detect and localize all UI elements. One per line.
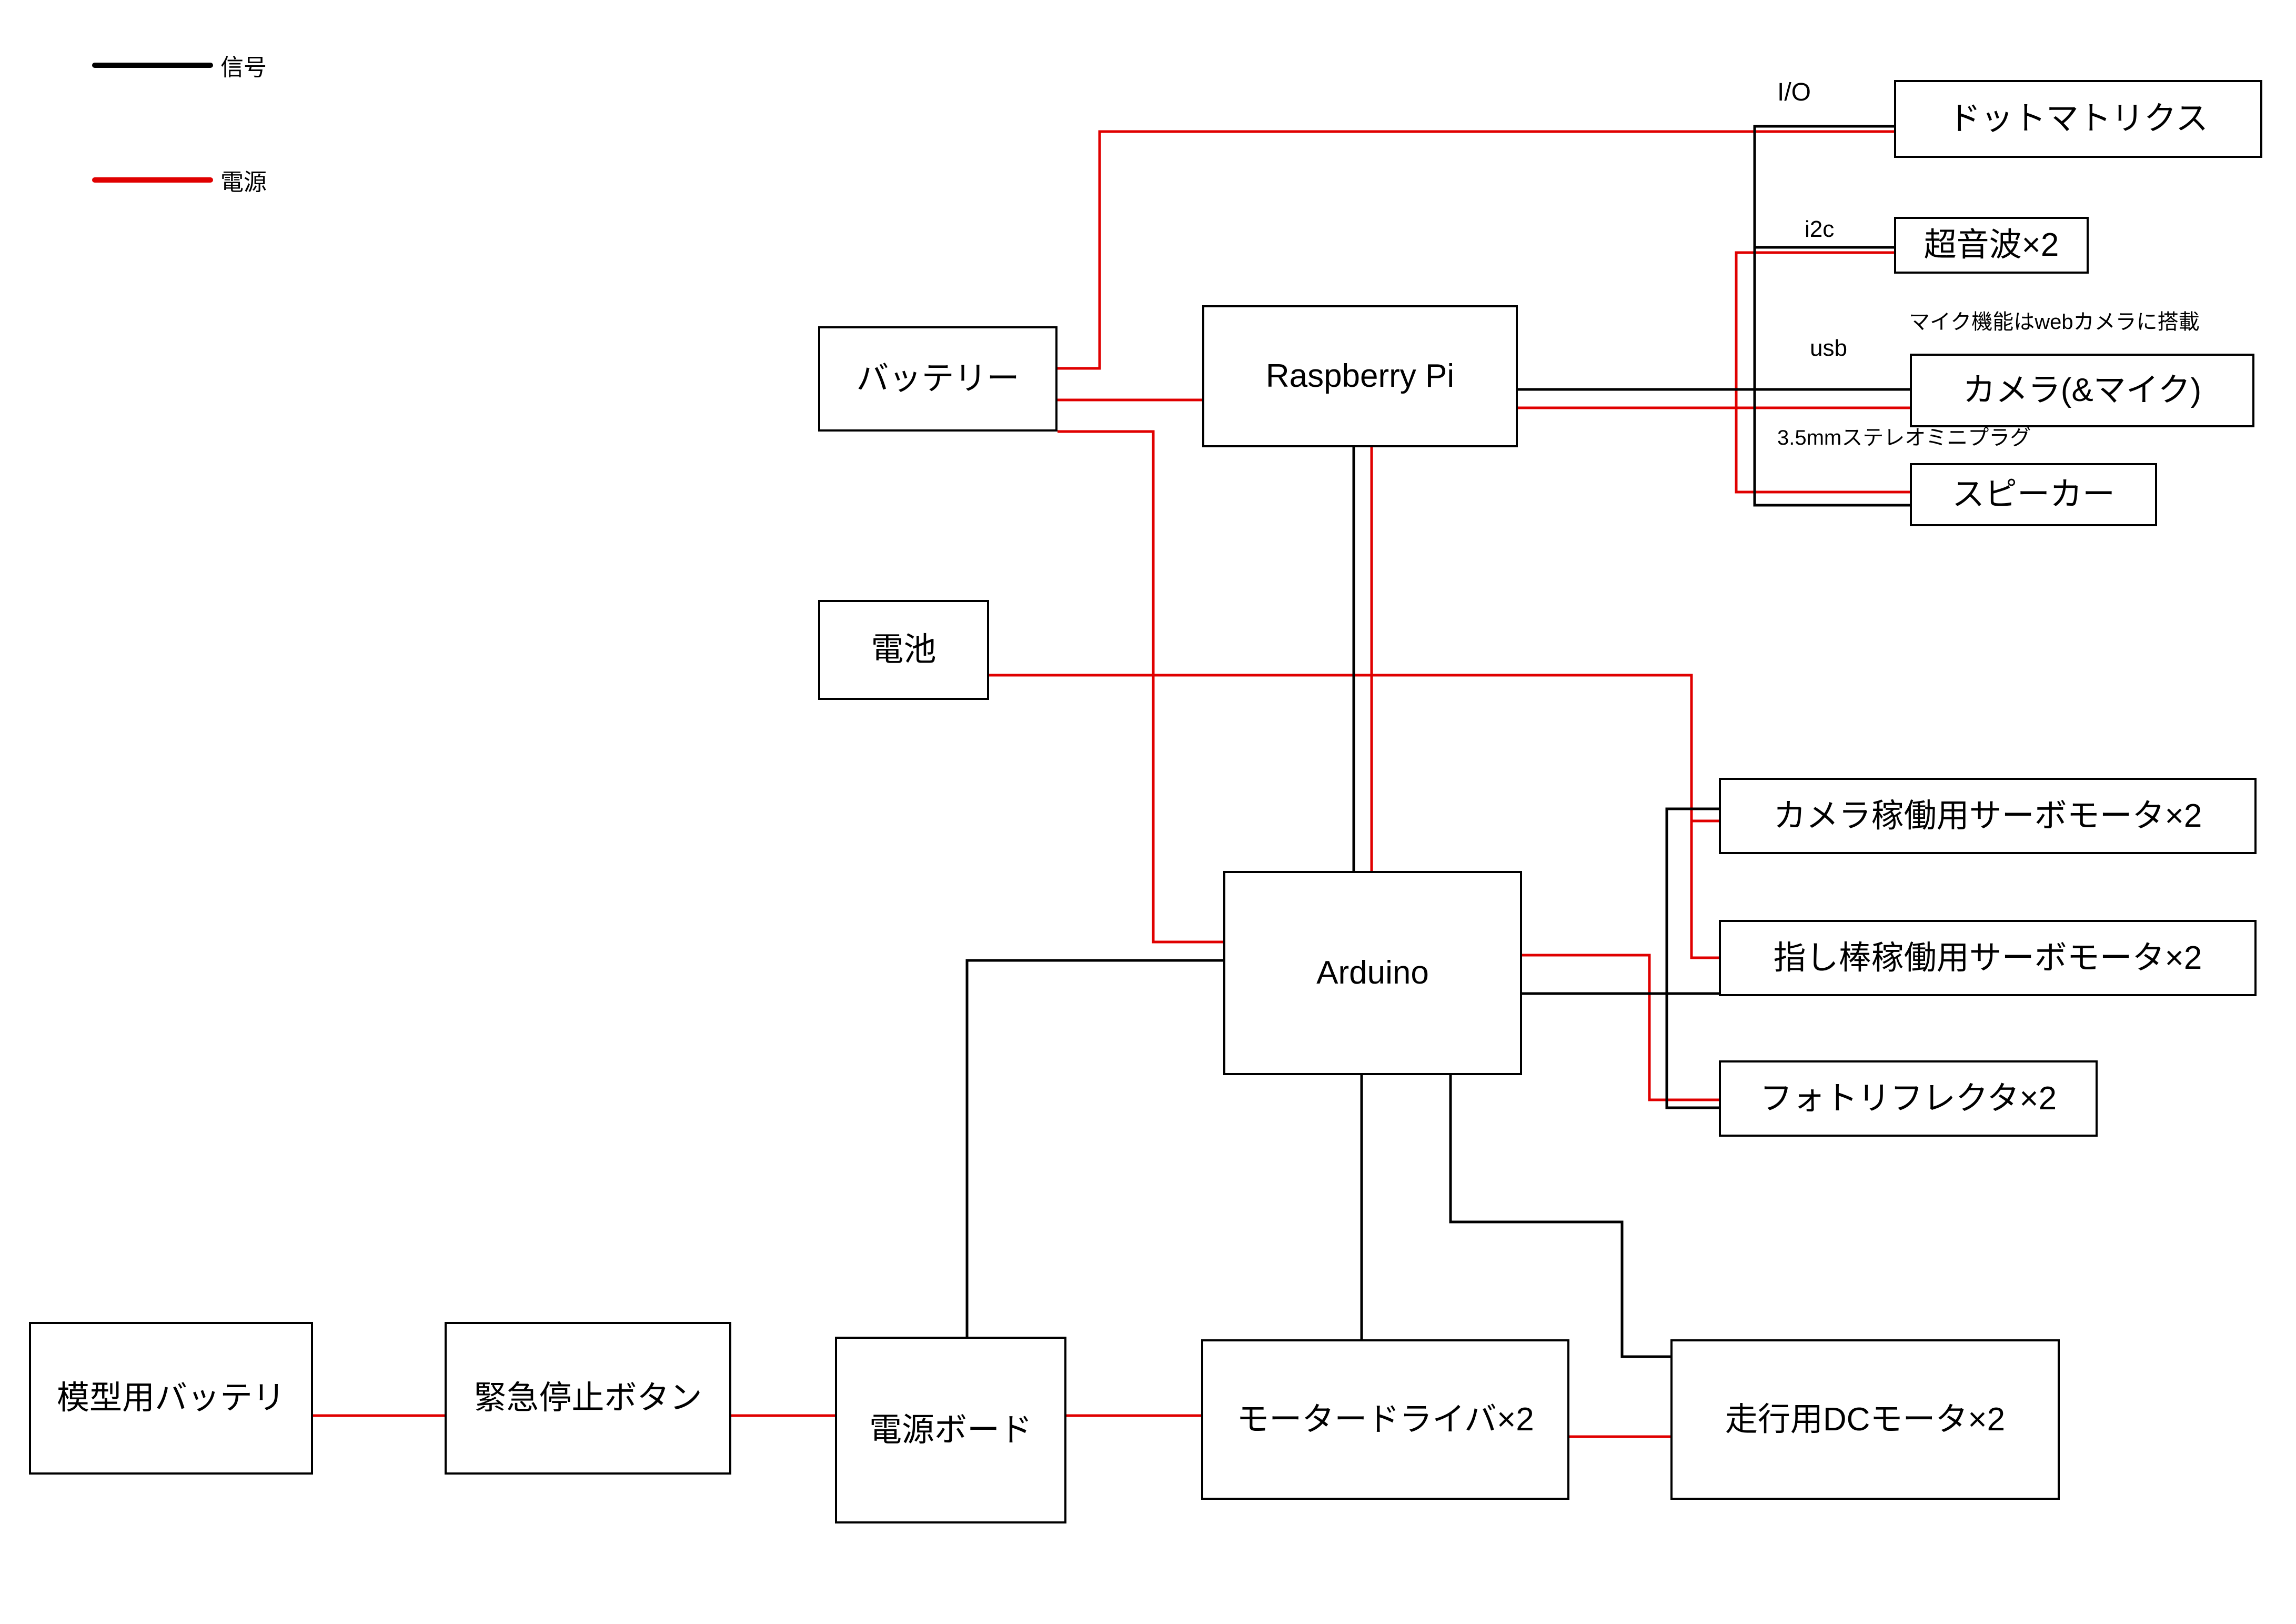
node-label-photoreflector: フォトリフレクタ×2 — [1759, 1080, 2057, 1117]
legend-swatch-power — [92, 177, 213, 183]
node-estop-button: 緊急停止ボタン — [445, 1322, 731, 1475]
edge-label-usb: usb — [1810, 335, 1847, 361]
power-wire-3 — [1518, 251, 1894, 409]
node-camera-mic: カメラ(&マイク) — [1910, 354, 2254, 427]
signal-wire-10 — [1449, 1075, 1670, 1358]
node-label-pointer-servo: 指し棒稼働用サーボモータ×2 — [1773, 939, 2202, 976]
node-label-raspberry-pi: Raspberry Pi — [1265, 358, 1455, 395]
signal-wire-5 — [965, 959, 1223, 1337]
node-label-power-board: 電源ボード — [869, 1411, 1032, 1448]
node-speaker: スピーカー — [1910, 463, 2157, 526]
diagram-canvas: 信号 電源 バッテリー Raspberry Pi ドットマトリクス超音波×2 カメラ(… — [0, 0, 2296, 1624]
edge-label-i2c: i2c — [1805, 216, 1835, 242]
node-raspberry-pi: Raspberry Pi — [1202, 305, 1518, 447]
power-wire-group — [313, 130, 1910, 1438]
legend-swatch-signal — [92, 63, 213, 68]
edge-label-stereo-jack: 3.5mmステレオミニプラグ — [1777, 426, 2031, 449]
node-label-estop-button: 緊急停止ボタン — [474, 1380, 702, 1417]
node-ultrasonic: 超音波×2 — [1894, 217, 2089, 274]
node-cell: 電池 — [818, 600, 989, 700]
node-model-battery: 模型用バッテリ — [29, 1322, 313, 1475]
node-label-camera-mic: カメラ(&マイク) — [1962, 372, 2202, 409]
node-label-model-battery: 模型用バッテリ — [56, 1380, 285, 1417]
node-dot-matrix: ドットマトリクス — [1894, 80, 2262, 158]
node-label-battery: バッテリー — [856, 360, 1020, 397]
node-label-ultrasonic: 超音波×2 — [1924, 227, 2059, 264]
node-pointer-servo: 指し棒稼働用サーボモータ×2 — [1719, 920, 2257, 996]
legend-item-signal: 信号 — [92, 48, 267, 82]
node-power-board: 電源ボード — [835, 1337, 1066, 1523]
node-label-camera-servo: カメラ稼働用サーボモータ×2 — [1773, 797, 2202, 834]
node-motor-driver: モータードライバ×2 — [1201, 1339, 1569, 1500]
node-label-dot-matrix: ドットマトリクス — [1948, 101, 2209, 137]
power-wire-2 — [1058, 430, 1223, 944]
edge-label-io: I/O — [1777, 78, 1811, 106]
power-wire-9 — [1522, 954, 1719, 1101]
power-wire-8 — [1690, 821, 1719, 959]
node-arduino: Arduino — [1223, 871, 1522, 1075]
node-dc-motor: 走行用DCモータ×2 — [1670, 1339, 2060, 1500]
node-label-dc-motor: 走行用DCモータ×2 — [1725, 1401, 2006, 1438]
node-label-arduino: Arduino — [1316, 955, 1429, 991]
node-label-speaker: スピーカー — [1951, 476, 2115, 513]
legend-label-signal: 信号 — [220, 55, 267, 81]
signal-wire-8 — [1665, 994, 1719, 1109]
legend-item-power: 電源 — [92, 163, 267, 197]
node-label-motor-driver: モータードライバ×2 — [1236, 1401, 1534, 1438]
node-photoreflector: フォトリフレクタ×2 — [1719, 1060, 2098, 1137]
edge-label-mic-note: マイク機能はwebカメラに搭載 — [1909, 310, 2200, 334]
legend-label-power: 電源 — [220, 169, 267, 195]
node-camera-servo: カメラ稼働用サーボモータ×2 — [1719, 778, 2257, 854]
node-label-cell: 電池 — [871, 631, 936, 668]
node-battery: バッテリー — [818, 326, 1058, 432]
power-wire-5 — [1735, 408, 1910, 494]
